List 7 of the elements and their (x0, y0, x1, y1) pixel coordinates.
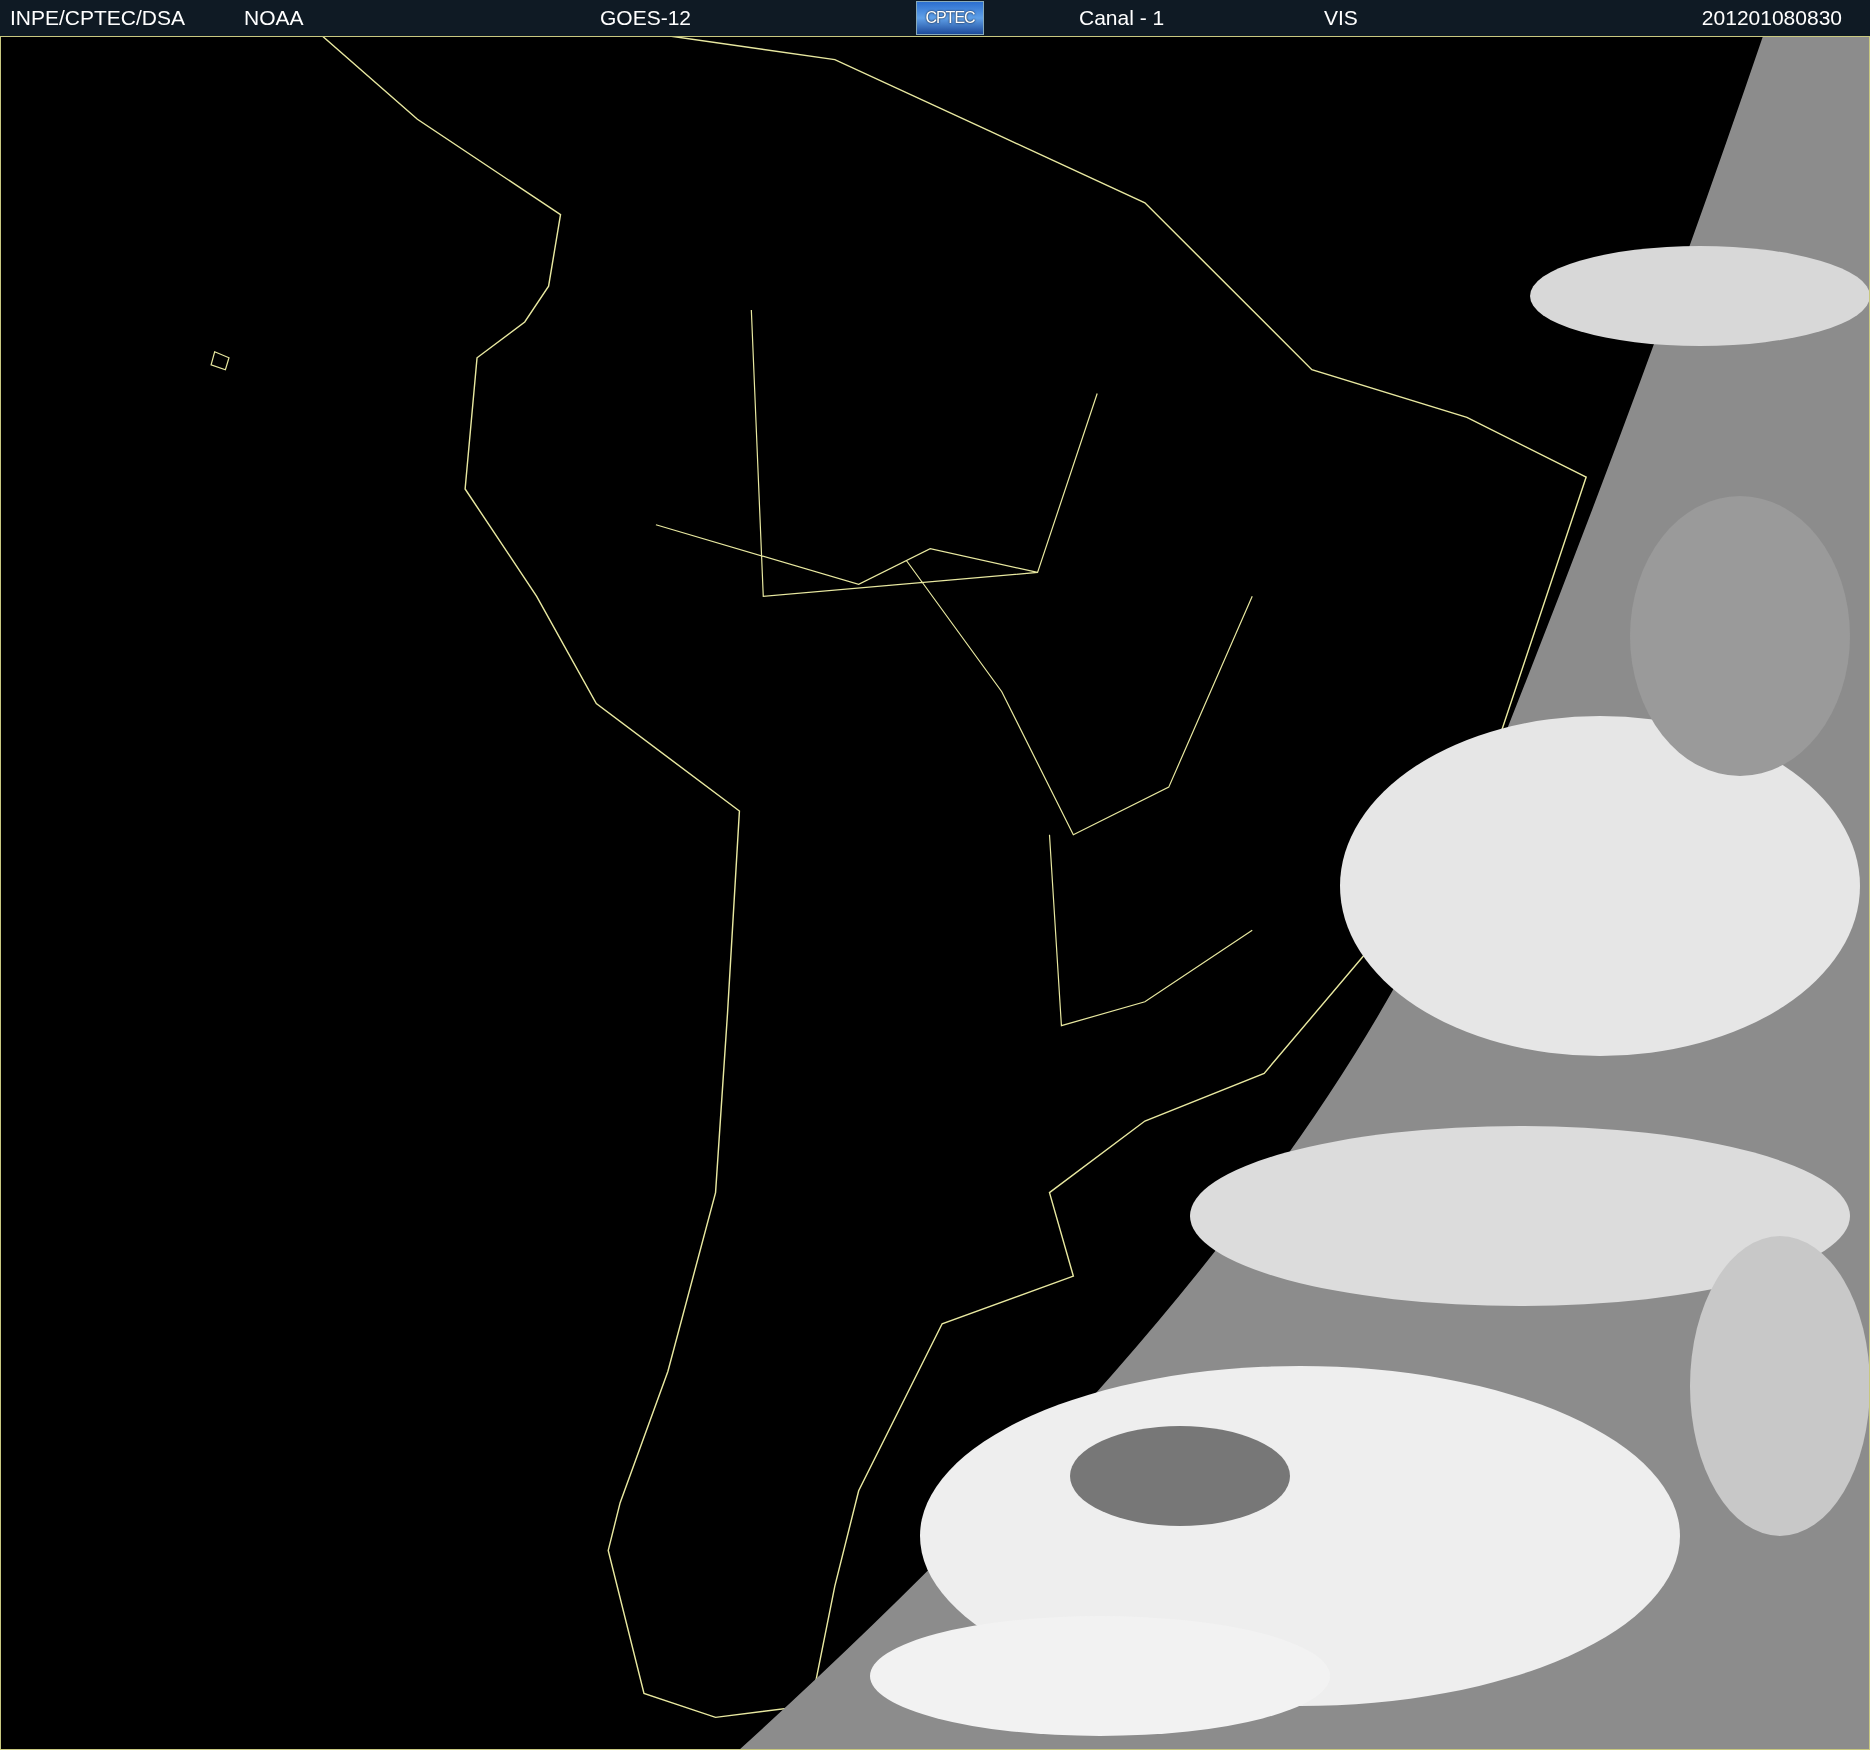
logo-badge: CPTEC (916, 1, 984, 35)
satellite-label: GOES-12 (600, 6, 693, 30)
band-label: VIS (1324, 6, 1359, 30)
source-label: INPE/CPTEC/DSA (10, 6, 187, 30)
agency-label: NOAA (244, 6, 305, 30)
channel-label: Canal - 1 (1079, 6, 1166, 30)
timestamp-label: 201201080830 (1701, 6, 1842, 30)
